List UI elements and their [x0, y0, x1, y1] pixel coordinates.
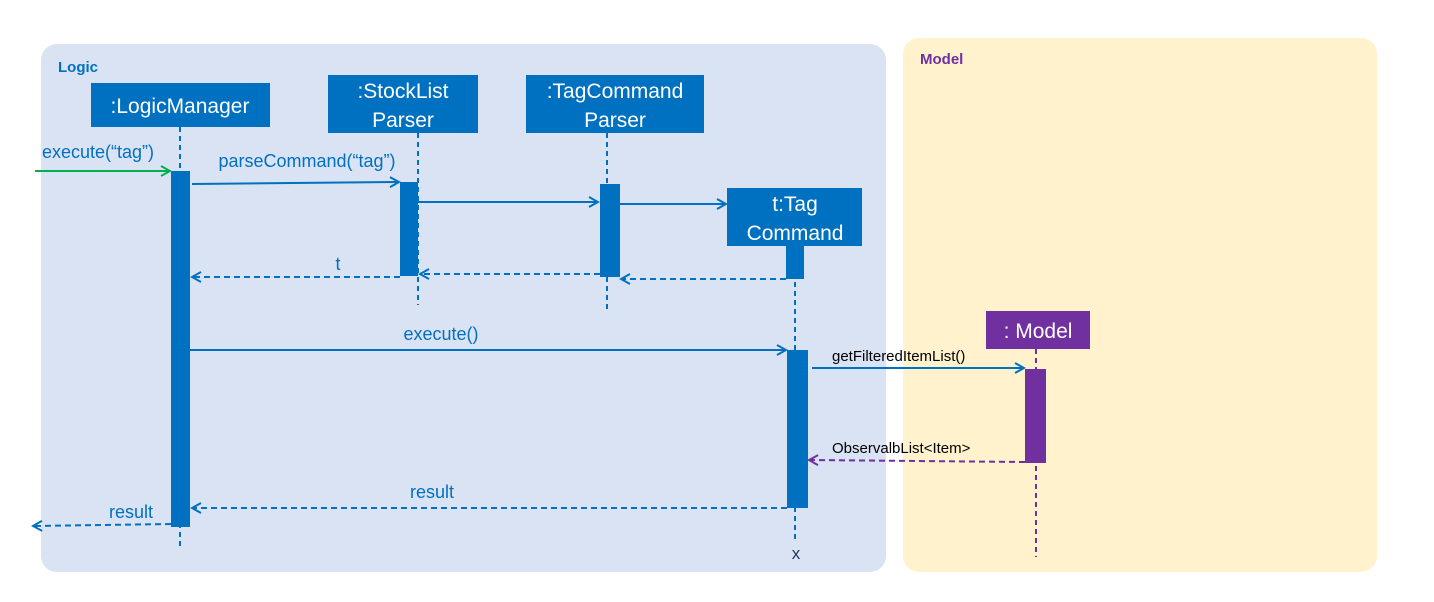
svg-text::LogicManager: :LogicManager	[111, 95, 250, 118]
svg-text:Parser: Parser	[372, 109, 434, 132]
participant-model: : Model	[986, 311, 1090, 349]
tagcommandparser-activation	[600, 184, 620, 277]
stocklistparser-activation	[400, 182, 418, 276]
svg-text:Parser: Parser	[584, 109, 646, 132]
tagcommand-creation-activation	[786, 246, 804, 279]
destroy-marker: x	[792, 544, 801, 563]
logicmanager-activation	[171, 171, 190, 527]
sequence-diagram: Logic Model :LogicManager :StockList Par…	[0, 38, 1377, 572]
svg-text::TagCommand: :TagCommand	[547, 80, 684, 103]
execute-tag-label: execute(“tag”)	[42, 142, 154, 162]
logic-frame-label: Logic	[58, 59, 98, 76]
model-frame	[903, 38, 1377, 572]
return-t-label: t	[335, 254, 340, 274]
participant-stocklistparser: :StockList Parser	[328, 75, 478, 133]
result-outer-label: result	[109, 502, 153, 522]
execute-label: execute()	[403, 324, 478, 344]
svg-text::StockList: :StockList	[357, 80, 448, 103]
model-frame-label: Model	[920, 51, 963, 68]
get-filtered-label: getFilteredItemList()	[832, 348, 965, 365]
svg-text:t:Tag: t:Tag	[772, 193, 818, 216]
parse-command-label: parseCommand(“tag”)	[218, 151, 395, 171]
observable-list-label: ObservalbList<Item>	[832, 440, 971, 457]
svg-text:Command: Command	[747, 222, 844, 245]
participant-tagcommandparser: :TagCommand Parser	[526, 75, 704, 133]
result-inner-label: result	[410, 482, 454, 502]
model-activation	[1025, 369, 1046, 463]
participant-tagcommand: t:Tag Command	[727, 188, 862, 246]
participant-logicmanager: :LogicManager	[91, 83, 270, 127]
tagcommand-activation	[787, 350, 808, 508]
svg-text:: Model: : Model	[1004, 320, 1073, 343]
